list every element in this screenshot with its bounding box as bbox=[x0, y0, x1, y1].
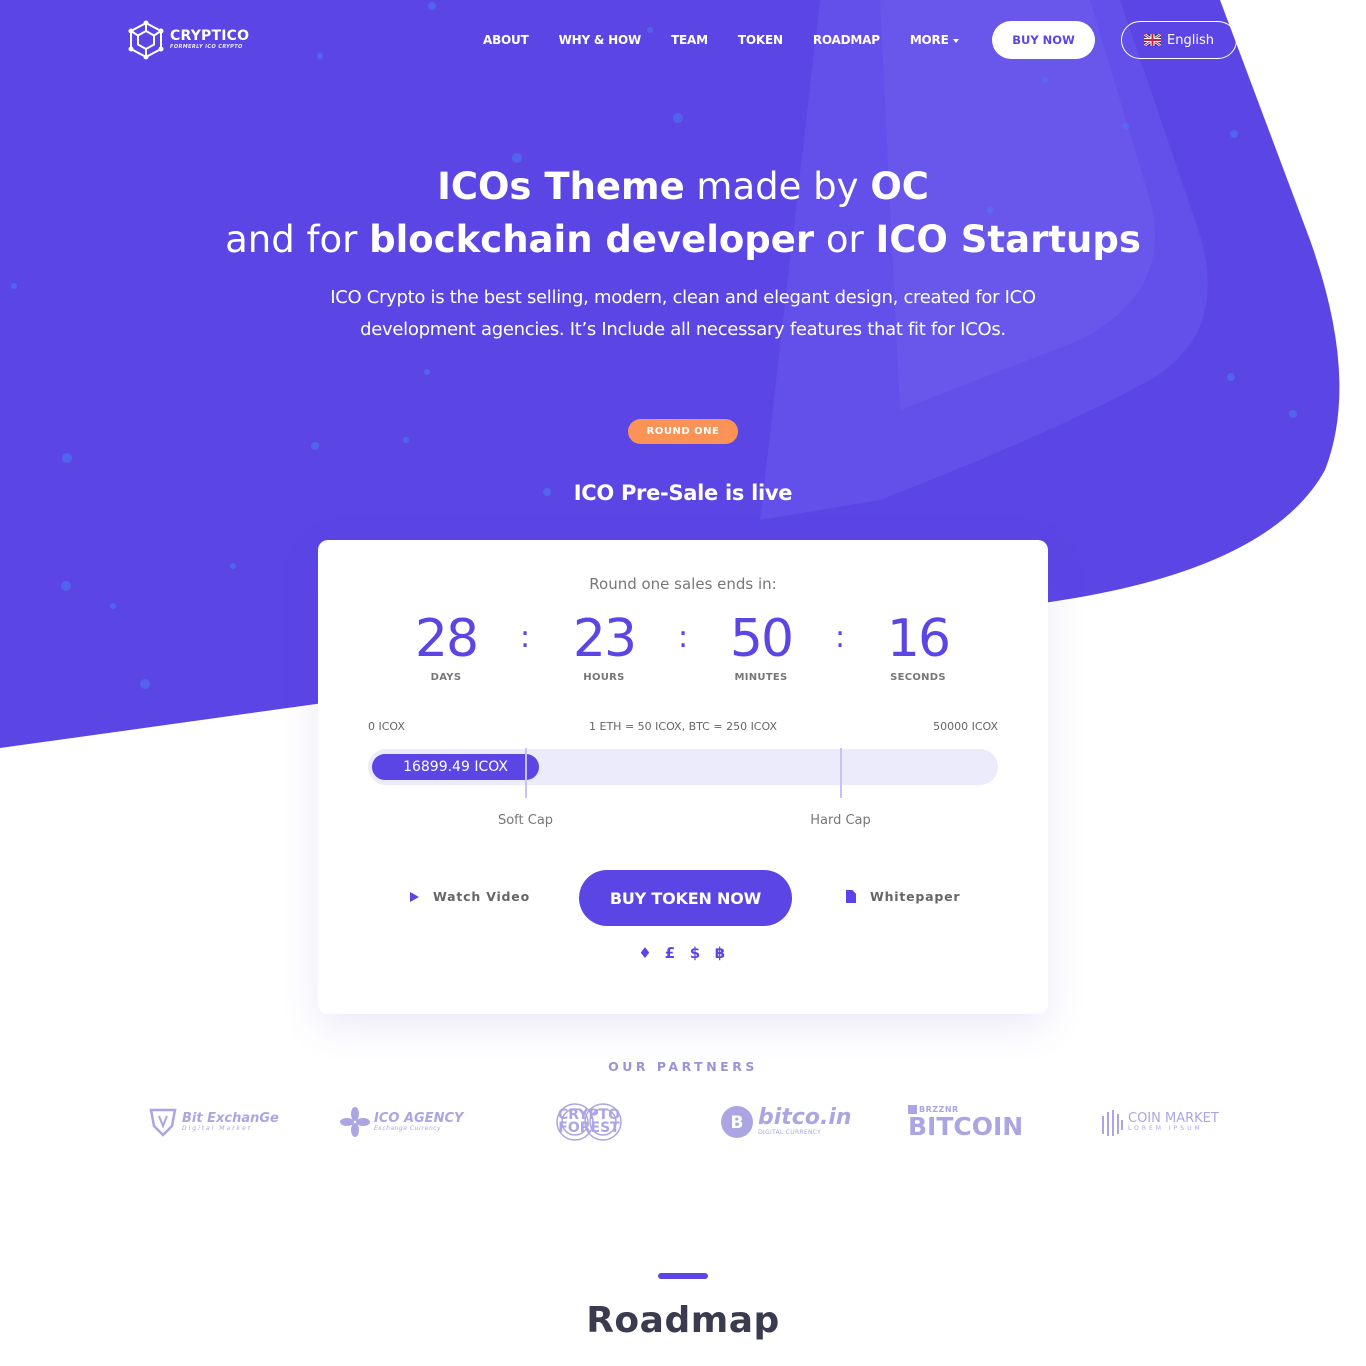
whitepaper-link[interactable]: Whitepaper bbox=[846, 889, 960, 904]
hero-line-2: and for blockchain developer or ICO Star… bbox=[225, 218, 1141, 261]
stripes-logo-icon bbox=[1102, 1110, 1123, 1136]
roadmap-title: Roadmap bbox=[586, 1300, 780, 1341]
play-icon bbox=[410, 891, 419, 902]
document-icon bbox=[846, 890, 856, 903]
progress-fill: 16899.49 ICOX bbox=[372, 754, 539, 780]
presale-heading: ICO Pre-Sale is live bbox=[573, 481, 793, 505]
roadmap-accent-bar bbox=[658, 1273, 708, 1279]
watch-video-label: Watch Video bbox=[433, 889, 530, 904]
nav-token[interactable]: TOKEN bbox=[738, 33, 783, 47]
hard-cap-label: Hard Cap bbox=[810, 813, 871, 828]
hard-cap-marker bbox=[839, 748, 842, 798]
countdown-days: 28 DAYS bbox=[386, 608, 506, 683]
hero-bold-ico-startups: ICO Startups bbox=[875, 218, 1141, 261]
sale-ends-label: Round one sales ends in: bbox=[589, 575, 777, 593]
countdown-value: 28 bbox=[414, 609, 479, 669]
logo-name: CRYPTICO bbox=[170, 28, 250, 44]
round-badge: ROUND ONE bbox=[628, 419, 738, 444]
partner-name: COIN MARKET bbox=[1128, 1110, 1219, 1126]
uk-flag-icon bbox=[1144, 34, 1162, 46]
buy-token-button[interactable]: BUY TOKEN NOW bbox=[579, 870, 792, 926]
countdown-separator: : bbox=[677, 620, 689, 655]
soft-cap-marker bbox=[524, 748, 527, 798]
accepted-currencies: ♦ £ $ ฿ bbox=[638, 944, 727, 962]
hero-title: ICOs Theme made by OC and for blockchain… bbox=[183, 160, 1183, 266]
progress-track: 16899.49 ICOX bbox=[368, 749, 998, 785]
logo-tagline: FORMERLY ICO CRYPTO bbox=[170, 44, 243, 50]
site-logo[interactable]: CRYPTICO FORMERLY ICO CRYPTO bbox=[128, 20, 258, 60]
partners-title: OUR PARTNERS bbox=[608, 1059, 758, 1074]
dollar-icon: $ bbox=[689, 944, 701, 962]
flower-logo-icon bbox=[340, 1107, 370, 1137]
nav-more-dropdown[interactable]: MORE bbox=[910, 33, 959, 47]
bitcoin-icon: ฿ bbox=[714, 944, 726, 962]
nav-more-label: MORE bbox=[909, 33, 949, 47]
token-sale-card: Round one sales ends in: 28 DAYS : 23 HO… bbox=[318, 540, 1048, 1014]
countdown-value: 50 bbox=[729, 609, 794, 669]
header-buy-now-button[interactable]: BUY NOW bbox=[992, 21, 1095, 59]
hero-text: and for bbox=[225, 218, 370, 261]
scale-max: 50000 ICOX bbox=[933, 720, 998, 733]
partner-sub: Digital Market bbox=[182, 1124, 253, 1132]
language-selector[interactable]: English bbox=[1121, 21, 1237, 59]
partner-bitcoin[interactable]: B bitco.in DIGITAL CURRENCY bbox=[720, 1100, 852, 1144]
partner-name: BITCOIN bbox=[908, 1112, 1024, 1141]
partner-coin-market[interactable]: COIN MARKET LOREM IPSUM bbox=[1100, 1100, 1219, 1144]
main-nav: ABOUT WHY & HOW TEAM TOKEN ROADMAP MORE bbox=[468, 29, 974, 51]
partner-brzznr-bitcoin[interactable]: BRZZNR BITCOIN bbox=[908, 1100, 1023, 1144]
partner-crypto-forest[interactable]: CRYPTO FOREST bbox=[527, 1100, 651, 1144]
partner-name: Bit ExchanGe bbox=[182, 1110, 279, 1126]
countdown-label: HOURS bbox=[583, 672, 625, 683]
partner-sub: LOREM IPSUM bbox=[1128, 1124, 1203, 1132]
nav-why-how[interactable]: WHY & HOW bbox=[559, 33, 642, 47]
countdown-label: MINUTES bbox=[734, 672, 788, 683]
cube-network-icon bbox=[128, 20, 164, 60]
ethereum-icon: ♦ bbox=[638, 944, 652, 962]
hero-text: made by bbox=[684, 165, 871, 208]
partner-name: bitco.in bbox=[758, 1105, 852, 1130]
nav-team[interactable]: TEAM bbox=[671, 33, 708, 47]
hero-text: or bbox=[814, 218, 876, 261]
partner-name: CRYPTO FOREST bbox=[557, 1107, 621, 1136]
hero-subtitle: ICO Crypto is the best selling, modern, … bbox=[330, 287, 1036, 340]
countdown-separator: : bbox=[834, 620, 846, 655]
countdown-value: 16 bbox=[886, 609, 951, 669]
language-label: English bbox=[1167, 32, 1214, 48]
partner-sub: Exchange Currency bbox=[374, 1124, 442, 1132]
hero-line-1: ICOs Theme made by OC bbox=[437, 165, 929, 208]
caret-down-icon bbox=[952, 38, 959, 43]
hero-bold-oc: OC bbox=[870, 165, 929, 208]
countdown-label: DAYS bbox=[430, 672, 462, 683]
pound-icon: £ bbox=[664, 944, 676, 962]
countdown-hours: 23 HOURS bbox=[544, 608, 664, 683]
hero-bold-blockchain: blockchain developer bbox=[369, 218, 815, 261]
nav-about[interactable]: ABOUT bbox=[483, 33, 529, 47]
soft-cap-label: Soft Cap bbox=[497, 813, 554, 828]
countdown-label: SECONDS bbox=[890, 672, 946, 683]
shield-logo-icon bbox=[149, 1108, 177, 1137]
countdown-separator: : bbox=[519, 620, 531, 655]
partner-bit-exchange[interactable]: Bit ExchanGe Digital Market bbox=[148, 1100, 279, 1144]
nav-roadmap[interactable]: ROADMAP bbox=[813, 33, 880, 47]
watch-video-link[interactable]: Watch Video bbox=[410, 889, 530, 904]
countdown-minutes: 50 MINUTES bbox=[701, 608, 821, 683]
countdown-seconds: 16 SECONDS bbox=[858, 608, 978, 683]
countdown-value: 23 bbox=[572, 609, 637, 669]
partner-ico-agency[interactable]: ICO AGENCY Exchange Currency bbox=[340, 1100, 463, 1144]
svg-text:B: B bbox=[731, 1113, 744, 1133]
hero-bold-icos-theme: ICOs Theme bbox=[437, 165, 685, 208]
bitcoin-coin-icon: B bbox=[721, 1106, 753, 1138]
whitepaper-label: Whitepaper bbox=[870, 889, 961, 904]
partner-sub: DIGITAL CURRENCY bbox=[758, 1129, 822, 1136]
partner-name: ICO AGENCY bbox=[374, 1110, 464, 1126]
